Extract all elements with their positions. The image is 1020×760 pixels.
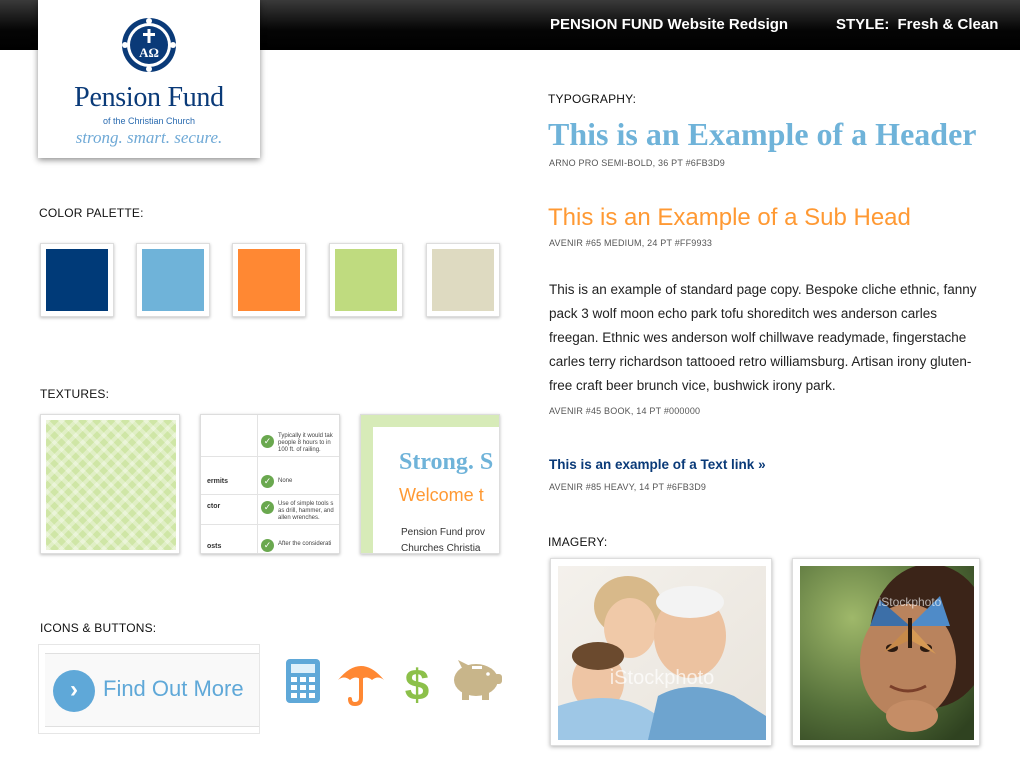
- example-text-link[interactable]: This is an example of a Text link »: [549, 457, 766, 472]
- logo-card: ΑΩ Pension Fund of the Christian Church …: [38, 0, 260, 158]
- snippet-line-2: Churches Christia: [401, 543, 481, 554]
- find-out-more-label: Find Out More: [103, 676, 244, 701]
- example-header: This is an Example of a Header: [548, 116, 977, 152]
- icons-buttons-heading: ICONS & BUTTONS:: [40, 621, 157, 635]
- svg-text:$: $: [405, 661, 429, 706]
- swatch-orange-fill: [238, 249, 300, 311]
- button-sample-card: › Find Out More: [38, 644, 260, 734]
- swatch-orange: [232, 243, 306, 317]
- swatch-beige-fill: [432, 249, 494, 311]
- check-icon: ✓: [261, 475, 274, 488]
- child-butterfly-photo-image: iStockphoto: [800, 566, 974, 740]
- watermark-text: iStockphoto: [879, 595, 942, 609]
- snippet-heading: Strong. S: [399, 449, 494, 475]
- swatch-navy-fill: [46, 249, 108, 311]
- find-out-more-button[interactable]: › Find Out More: [45, 653, 259, 727]
- check-icon: ✓: [261, 539, 274, 552]
- dollar-icon: $: [405, 661, 429, 706]
- texture-chevron: [40, 414, 180, 554]
- snippet-line-1: Pension Fund prov: [401, 527, 485, 538]
- texture-web-snippet: Strong. S Welcome t Pension Fund prov Ch…: [360, 414, 500, 554]
- swatch-light-blue-fill: [142, 249, 204, 311]
- family-photo: iStockphoto: [550, 558, 772, 746]
- table-row: ✓ Typically it would tak people 8 hours …: [201, 429, 339, 457]
- chevron-pattern: [46, 420, 176, 550]
- style-value: Fresh & Clean: [897, 16, 999, 33]
- table-row: osts ✓ After the considerati: [207, 539, 332, 552]
- textures-heading: TEXTURES:: [40, 387, 110, 401]
- brand-tagline: strong. smart. secure.: [75, 128, 223, 147]
- texture-table: ✓ Typically it would tak people 8 hours …: [200, 414, 340, 554]
- link-spec: AVENIR #85 HEAVY, 14 PT #6FB3D9: [549, 482, 707, 492]
- subhead-spec: AVENIR #65 MEDIUM, 24 PT #FF9933: [549, 238, 713, 248]
- table-row: ctor ✓ Use of simple tools s as drill, h…: [201, 497, 339, 525]
- swatch-green: [329, 243, 403, 317]
- calculator-icon: [286, 659, 320, 703]
- swatch-beige: [426, 243, 500, 317]
- example-body-copy: This is an example of standard page copy…: [549, 282, 977, 393]
- brand-name: Pension Fund: [74, 82, 224, 113]
- family-photo-image: iStockphoto: [558, 566, 766, 740]
- header-spec: ARNO PRO SEMI-BOLD, 36 PT #6FB3D9: [549, 158, 725, 168]
- seal-text: ΑΩ: [139, 45, 159, 60]
- umbrella-icon: [338, 666, 384, 706]
- seal-logo-icon: ΑΩ: [122, 18, 176, 72]
- example-subhead: This is an Example of a Sub Head: [548, 204, 911, 231]
- color-palette-heading: COLOR PALETTE:: [39, 206, 144, 220]
- child-butterfly-photo: iStockphoto: [792, 558, 980, 746]
- swatch-green-fill: [335, 249, 397, 311]
- style-label: STYLE:: [836, 16, 890, 33]
- swatch-light-blue: [136, 243, 210, 317]
- project-title: PENSION FUND Website Redsign: [550, 16, 789, 33]
- imagery-heading: IMAGERY:: [548, 535, 608, 549]
- typography-heading: TYPOGRAPHY:: [548, 92, 637, 106]
- table-row: ermits ✓ None: [201, 467, 339, 495]
- chevron-right-icon: ›: [53, 670, 95, 712]
- brand-subtitle: of the Christian Church: [102, 116, 196, 126]
- body-spec: AVENIR #45 BOOK, 14 PT #000000: [549, 406, 701, 416]
- check-icon: ✓: [261, 501, 274, 514]
- snippet-subhead: Welcome t: [399, 485, 484, 505]
- piggy-bank-icon: [454, 660, 502, 700]
- watermark-text: iStockphoto: [610, 667, 715, 689]
- check-icon: ✓: [261, 435, 274, 448]
- style-descriptor: STYLE: Fresh & Clean: [836, 16, 998, 33]
- swatch-navy: [40, 243, 114, 317]
